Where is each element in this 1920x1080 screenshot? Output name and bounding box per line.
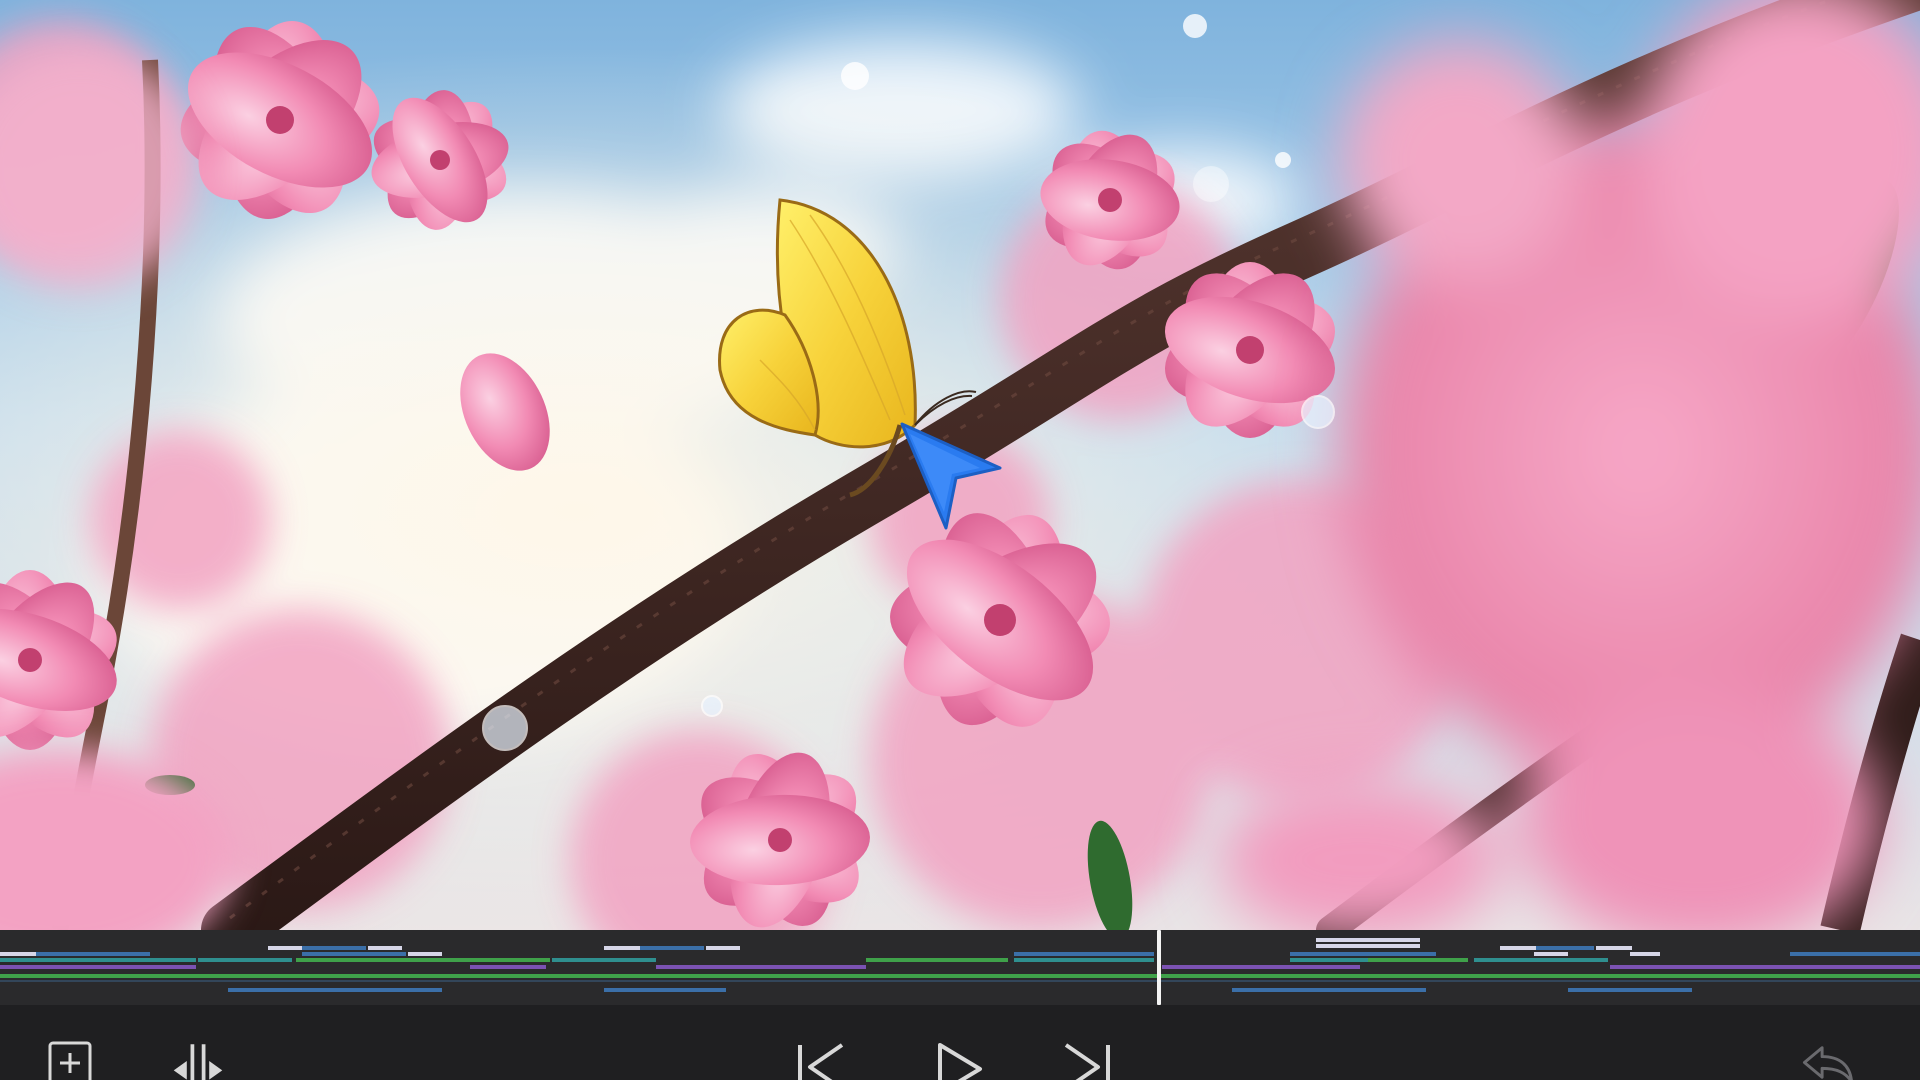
play-button[interactable] — [932, 1037, 988, 1080]
video-preview[interactable] — [0, 0, 1920, 930]
timeline-tracks — [0, 938, 1920, 992]
clip-strip — [302, 946, 366, 950]
clip-strip — [656, 965, 866, 969]
undo-arrow-icon — [1802, 1046, 1853, 1080]
clip-strip — [1316, 944, 1420, 948]
add-square-icon — [48, 1041, 92, 1080]
timeline[interactable] — [0, 930, 1920, 1005]
clip-strip — [1474, 958, 1608, 962]
skip-back-button[interactable] — [794, 1037, 850, 1080]
clip-strip — [296, 958, 550, 962]
clip-strip — [0, 952, 36, 956]
clip-strip — [1232, 988, 1426, 992]
clip-strip — [198, 958, 292, 962]
clip-strip — [604, 946, 640, 950]
clip-strip — [1534, 952, 1568, 956]
clip-strip — [0, 980, 1920, 982]
clip-strip — [368, 946, 402, 950]
clip-strip — [0, 958, 196, 962]
add-clip-button[interactable] — [40, 1037, 96, 1080]
clip-strip — [1316, 938, 1420, 942]
clip-strip — [268, 946, 302, 950]
clip-strip — [1610, 965, 1920, 969]
clip-strip — [552, 958, 656, 962]
clip-strip — [36, 952, 150, 956]
clip-strip — [1014, 958, 1154, 962]
play-icon — [938, 1043, 982, 1080]
clip-strip — [1368, 958, 1468, 962]
clip-strip — [1536, 946, 1594, 950]
pointer-arrow-icon — [900, 422, 1002, 530]
clip-strip — [408, 952, 442, 956]
clip-strip — [1290, 952, 1436, 956]
clip-strip — [302, 952, 406, 956]
clip-strip — [1596, 946, 1632, 950]
clip-strip — [1162, 965, 1360, 969]
clip-strip — [342, 988, 442, 992]
skip-to-end-icon — [1064, 1043, 1110, 1080]
clip-strip — [228, 988, 342, 992]
skip-forward-button[interactable] — [1058, 1037, 1114, 1080]
clip-strip — [1014, 952, 1154, 956]
clip-strip — [0, 965, 196, 969]
clip-strip — [1630, 952, 1660, 956]
skip-to-start-icon — [798, 1043, 844, 1080]
timeline-playhead[interactable] — [1157, 930, 1161, 1005]
split-clip-icon — [173, 1044, 223, 1080]
clip-strip — [640, 946, 704, 950]
bottom-toolbar — [0, 1005, 1920, 1080]
clip-strip — [0, 974, 1920, 978]
clip-strip — [604, 988, 726, 992]
undo-button[interactable] — [1800, 1037, 1856, 1080]
clip-strip — [1568, 988, 1692, 992]
clip-strip — [1790, 952, 1920, 956]
editor-app — [0, 0, 1920, 1080]
clip-strip — [706, 946, 740, 950]
clip-strip — [470, 965, 546, 969]
clip-strip — [1500, 946, 1536, 950]
clip-strip — [866, 958, 1008, 962]
split-clip-button[interactable] — [170, 1037, 226, 1080]
